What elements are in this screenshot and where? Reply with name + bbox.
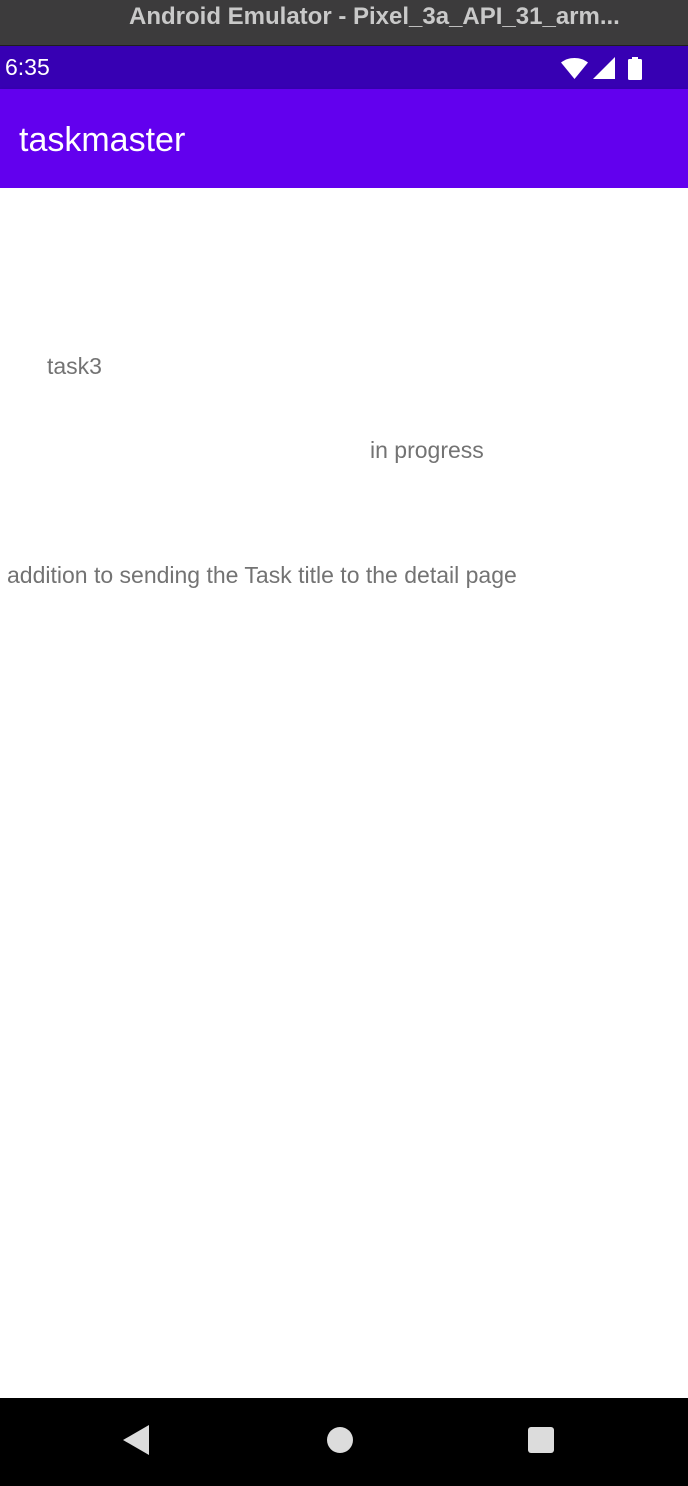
app-title: taskmaster [19,121,186,159]
task-detail-content: task3 in progress addition to sending th… [0,188,688,1398]
emulator-frame: Android Emulator - Pixel_3a_API_31_arm..… [0,0,688,1486]
back-icon [123,1424,151,1460]
emulator-window-titlebar: Android Emulator - Pixel_3a_API_31_arm..… [0,0,688,46]
window-title: Android Emulator - Pixel_3a_API_31_arm..… [129,3,620,30]
status-icons [561,56,642,80]
task-title: task3 [47,353,102,379]
wifi-icon [561,57,588,79]
status-bar: 6:35 [0,46,688,89]
back-button[interactable] [97,1398,177,1486]
home-icon [326,1426,354,1459]
battery-icon [628,56,642,80]
status-time: 6:35 [5,54,50,80]
task-state: in progress [370,437,484,463]
navigation-bar [0,1398,688,1486]
recents-button[interactable] [501,1398,581,1486]
home-button[interactable] [300,1398,380,1486]
task-body: addition to sending the Task title to th… [7,562,517,588]
recents-icon [527,1426,555,1459]
cell-signal-icon [593,57,615,79]
app-bar: taskmaster [0,89,688,188]
